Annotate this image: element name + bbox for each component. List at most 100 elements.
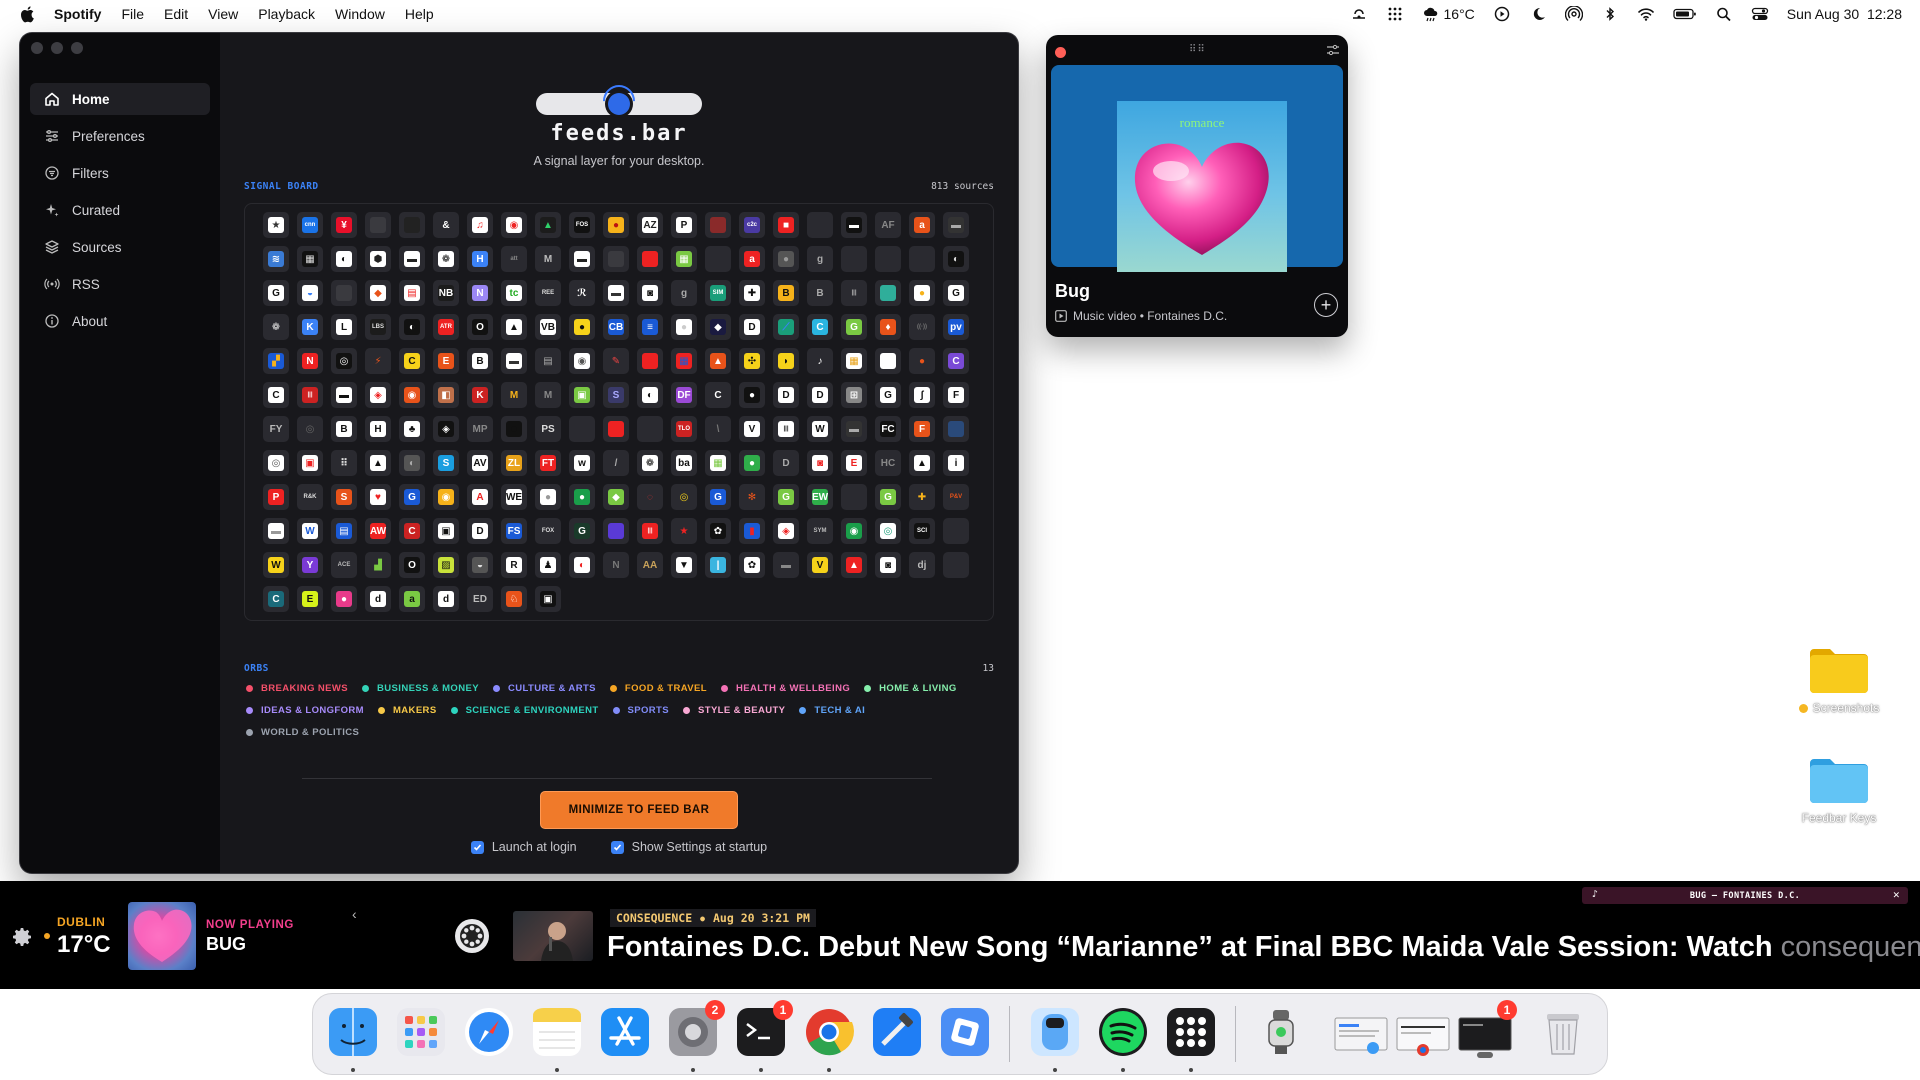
- source-tile[interactable]: [841, 246, 867, 272]
- source-tile[interactable]: ◉: [399, 382, 425, 408]
- source-tile[interactable]: w: [569, 450, 595, 476]
- window-preview-chrome-dock-item[interactable]: [1395, 1004, 1451, 1060]
- source-tile[interactable]: W: [263, 552, 289, 578]
- source-tile[interactable]: G: [875, 382, 901, 408]
- source-tile[interactable]: |||: [637, 518, 663, 544]
- add-to-library-button[interactable]: +: [1314, 293, 1338, 317]
- source-tile[interactable]: ◗: [773, 348, 799, 374]
- source-tile[interactable]: O: [467, 314, 493, 340]
- source-tile[interactable]: ●: [875, 280, 901, 306]
- source-tile[interactable]: [875, 246, 901, 272]
- source-tile[interactable]: ◐: [331, 246, 357, 272]
- source-tile[interactable]: O: [399, 552, 425, 578]
- moon-icon[interactable]: [1529, 6, 1547, 22]
- menubar-clock[interactable]: Sun Aug 30 12:28: [1787, 6, 1902, 22]
- menu-playback[interactable]: Playback: [258, 6, 315, 22]
- source-tile[interactable]: ▲: [365, 450, 391, 476]
- source-tile[interactable]: ⬢: [365, 246, 391, 272]
- source-tile[interactable]: AV: [467, 450, 493, 476]
- orb-item[interactable]: HOME & LIVING: [864, 681, 957, 695]
- source-tile[interactable]: ◎: [875, 518, 901, 544]
- source-tile[interactable]: ♣: [399, 416, 425, 442]
- source-tile[interactable]: ●: [671, 314, 697, 340]
- menu-help[interactable]: Help: [405, 6, 434, 22]
- xcode-dock-item[interactable]: [869, 1004, 925, 1060]
- source-tile[interactable]: C: [399, 348, 425, 374]
- source-tile[interactable]: a: [909, 212, 935, 238]
- source-tile[interactable]: ▦: [705, 450, 731, 476]
- source-tile[interactable]: AF: [875, 212, 901, 238]
- source-tile[interactable]: V: [807, 552, 833, 578]
- source-tile[interactable]: ≡: [637, 314, 663, 340]
- source-tile[interactable]: P&V: [943, 484, 969, 510]
- source-tile[interactable]: [331, 280, 357, 306]
- source-tile[interactable]: B: [807, 280, 833, 306]
- source-tile[interactable]: ▬: [841, 416, 867, 442]
- source-tile[interactable]: M: [501, 382, 527, 408]
- orb-item[interactable]: CULTURE & ARTS: [492, 681, 596, 695]
- source-tile[interactable]: a: [739, 246, 765, 272]
- source-tile[interactable]: ◉: [569, 348, 595, 374]
- source-tile[interactable]: AA: [637, 552, 663, 578]
- source-tile[interactable]: P: [263, 484, 289, 510]
- source-tile[interactable]: ●: [909, 280, 935, 306]
- source-tile[interactable]: ♦: [875, 314, 901, 340]
- source-tile[interactable]: ◎: [263, 450, 289, 476]
- control-center-icon[interactable]: [1751, 6, 1769, 22]
- source-tile[interactable]: [365, 212, 391, 238]
- source-tile[interactable]: HC: [875, 450, 901, 476]
- source-tile[interactable]: [807, 212, 833, 238]
- source-tile[interactable]: ❁: [637, 450, 663, 476]
- source-tile[interactable]: VB: [535, 314, 561, 340]
- source-tile[interactable]: g: [671, 280, 697, 306]
- source-tile[interactable]: N: [603, 552, 629, 578]
- source-tile[interactable]: K: [297, 314, 323, 340]
- play-circle-icon[interactable]: [1493, 6, 1511, 22]
- source-tile[interactable]: ✚: [739, 280, 765, 306]
- source-tile[interactable]: W: [297, 518, 323, 544]
- source-tile[interactable]: G: [569, 518, 595, 544]
- source-tile[interactable]: [603, 246, 629, 272]
- source-tile[interactable]: ◎: [331, 348, 357, 374]
- source-tile[interactable]: ◒: [467, 552, 493, 578]
- track-title[interactable]: Bug: [1055, 281, 1090, 302]
- source-tile[interactable]: ◈: [773, 518, 799, 544]
- source-tile[interactable]: c2c: [739, 212, 765, 238]
- source-tile[interactable]: C: [263, 382, 289, 408]
- minimize-window-button[interactable]: [51, 42, 63, 54]
- source-tile[interactable]: ●: [569, 314, 595, 340]
- source-tile[interactable]: FY: [263, 416, 289, 442]
- source-tile[interactable]: S: [433, 450, 459, 476]
- source-tile[interactable]: W: [807, 416, 833, 442]
- source-tile[interactable]: ▨: [433, 552, 459, 578]
- source-tile[interactable]: ◐: [399, 450, 425, 476]
- source-tile[interactable]: L: [331, 314, 357, 340]
- source-tile[interactable]: ❁: [263, 314, 289, 340]
- source-tile[interactable]: ◆: [603, 484, 629, 510]
- source-tile[interactable]: ✿: [739, 552, 765, 578]
- source-tile[interactable]: tc: [501, 280, 527, 306]
- source-tile[interactable]: ◙: [875, 552, 901, 578]
- source-tile[interactable]: ((·)): [909, 314, 935, 340]
- source-tile[interactable]: |||: [773, 416, 799, 442]
- source-tile[interactable]: G: [841, 314, 867, 340]
- sidebar-item-curated[interactable]: Curated: [30, 194, 210, 226]
- source-tile[interactable]: SIM: [705, 280, 731, 306]
- source-tile[interactable]: F: [909, 416, 935, 442]
- feedbar-status-icon[interactable]: [1350, 6, 1368, 22]
- source-tile[interactable]: ●: [569, 484, 595, 510]
- source-tile[interactable]: F: [943, 382, 969, 408]
- source-tile[interactable]: \: [705, 416, 731, 442]
- source-tile[interactable]: ba: [671, 450, 697, 476]
- source-tile[interactable]: P: [671, 212, 697, 238]
- grid-status-icon[interactable]: [1386, 6, 1404, 22]
- weather-status[interactable]: 16°C: [1422, 6, 1475, 22]
- source-tile[interactable]: ▲: [909, 450, 935, 476]
- source-tile[interactable]: |: [705, 552, 731, 578]
- source-tile[interactable]: ▣: [297, 450, 323, 476]
- source-tile[interactable]: ▣: [433, 518, 459, 544]
- source-tile[interactable]: ▦: [671, 246, 697, 272]
- source-tile[interactable]: ■: [603, 518, 629, 544]
- source-tile[interactable]: ◈: [365, 382, 391, 408]
- source-tile[interactable]: ACE: [331, 552, 357, 578]
